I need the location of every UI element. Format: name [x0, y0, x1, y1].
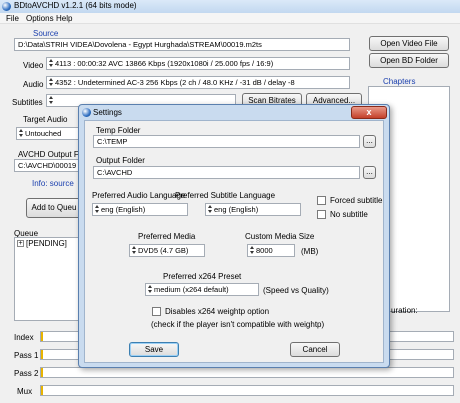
video-stream-select[interactable]: 4113 : 00:00:32 AVC 13866 Kbps (1920x108…	[46, 57, 350, 70]
app-icon	[2, 2, 11, 11]
output-path-field[interactable]: C:\AVCHD\00019	[14, 159, 80, 172]
output-label: AVCHD Output F	[18, 150, 79, 159]
progress-pass2-label: Pass 2	[14, 369, 39, 378]
open-bd-folder-button[interactable]: Open BD Folder	[369, 53, 449, 68]
custom-size-input[interactable]: 8000	[247, 244, 295, 257]
progress-indicator	[41, 386, 43, 395]
source-path-field[interactable]: D:\Data\STRIH VIDEA\Dovolena - Egypt Hur…	[14, 38, 350, 51]
save-button[interactable]: Save	[129, 342, 179, 357]
pref-media-select[interactable]: DVD5 (4.7 GB)	[129, 244, 205, 257]
menu-bar: File Options Help	[0, 13, 460, 24]
spin-icon	[19, 128, 23, 138]
x264-preset-label: Preferred x264 Preset	[163, 272, 242, 281]
pref-sub-select[interactable]: eng (English)	[205, 203, 301, 216]
weightp-checkbox[interactable]	[152, 307, 161, 316]
pref-sub-label: Preferred Subtitle Language	[175, 191, 276, 200]
open-video-file-button[interactable]: Open Video File	[369, 36, 449, 51]
add-to-queue-button[interactable]: Add to Queu	[26, 198, 82, 218]
spin-icon	[208, 204, 212, 214]
forced-subtitle-checkbox[interactable]	[317, 196, 326, 205]
settings-dialog: Settings x Temp Folder C:\TEMP ... Outpu…	[78, 104, 390, 368]
progress-index-label: Index	[14, 333, 34, 342]
duration-label: uration:	[391, 306, 418, 315]
forced-subtitle-label: Forced subtitle	[330, 196, 383, 205]
spin-icon	[250, 245, 254, 255]
pref-audio-label: Preferred Audio Language	[92, 191, 186, 200]
output-folder-field[interactable]: C:\AVCHD	[93, 166, 360, 179]
weightp-label: Disables x264 weightp option	[165, 307, 270, 316]
pref-audio-select[interactable]: eng (English)	[92, 203, 188, 216]
no-subtitle-checkbox[interactable]	[317, 210, 326, 219]
no-subtitle-label: No subtitle	[330, 210, 368, 219]
queue-item[interactable]: [PENDING]	[26, 239, 67, 248]
x264-preset-hint: (Speed vs Quality)	[263, 286, 329, 295]
custom-size-label: Custom Media Size	[245, 232, 315, 241]
title-bar: BDtoAVCHD v1.2.1 (64 bits mode)	[0, 0, 460, 13]
output-folder-label: Output Folder	[96, 156, 145, 165]
spin-icon	[49, 58, 53, 68]
audio-label: Audio	[23, 80, 44, 89]
progress-pass2-bar	[40, 367, 454, 378]
menu-file[interactable]: File	[6, 14, 19, 23]
spin-icon	[132, 245, 136, 255]
pref-media-label: Preferred Media	[138, 232, 196, 241]
source-label: Source	[33, 29, 59, 38]
audio-stream-select[interactable]: 4352 : Undetermined AC-3 256 Kbps (2 ch …	[46, 76, 350, 89]
spin-icon	[95, 204, 99, 214]
queue-list[interactable]: + [PENDING]	[14, 237, 80, 321]
expand-icon[interactable]: +	[17, 240, 24, 247]
close-button[interactable]: x	[351, 106, 387, 119]
spin-icon	[49, 95, 53, 105]
target-audio-label: Target Audio	[23, 115, 68, 124]
temp-folder-browse-button[interactable]: ...	[363, 135, 376, 148]
temp-folder-label: Temp Folder	[96, 126, 141, 135]
info-text: Info: source	[32, 179, 74, 188]
progress-pass1-label: Pass 1	[14, 351, 39, 360]
x264-preset-value: medium (x264 default)	[154, 285, 229, 294]
chapters-label: Chapters	[383, 77, 416, 86]
custom-size-unit: (MB)	[301, 247, 319, 256]
window-title: BDtoAVCHD v1.2.1 (64 bits mode)	[14, 1, 137, 10]
video-stream-value: 4113 : 00:00:32 AVC 13866 Kbps (1920x108…	[55, 59, 274, 68]
progress-mux-label: Mux	[17, 387, 33, 396]
settings-title: Settings	[93, 108, 122, 117]
spin-icon	[148, 284, 152, 294]
progress-indicator	[41, 368, 43, 377]
video-label: Video	[23, 61, 44, 70]
menu-help[interactable]: Help	[56, 14, 72, 23]
subtitles-label: Subtitles	[12, 98, 43, 107]
pref-audio-value: eng (English)	[101, 205, 146, 214]
pref-sub-value: eng (English)	[214, 205, 259, 214]
audio-stream-value: 4352 : Undetermined AC-3 256 Kbps (2 ch …	[55, 78, 295, 87]
target-audio-select[interactable]: Untouched	[16, 127, 80, 140]
output-folder-browse-button[interactable]: ...	[363, 166, 376, 179]
progress-indicator	[41, 332, 43, 341]
pref-media-value: DVD5 (4.7 GB)	[138, 246, 189, 255]
settings-icon	[82, 108, 91, 117]
custom-size-value: 8000	[256, 246, 273, 255]
weightp-hint: (check if the player isn't compatible wi…	[151, 320, 325, 329]
settings-body: Temp Folder C:\TEMP ... Output Folder C:…	[84, 120, 384, 363]
cancel-button[interactable]: Cancel	[290, 342, 340, 357]
target-audio-value: Untouched	[25, 129, 62, 138]
x264-preset-select[interactable]: medium (x264 default)	[145, 283, 259, 296]
progress-indicator	[41, 350, 43, 359]
spin-icon	[49, 77, 53, 87]
temp-folder-field[interactable]: C:\TEMP	[93, 135, 360, 148]
menu-options[interactable]: Options	[26, 14, 54, 23]
progress-mux-bar	[40, 385, 454, 396]
